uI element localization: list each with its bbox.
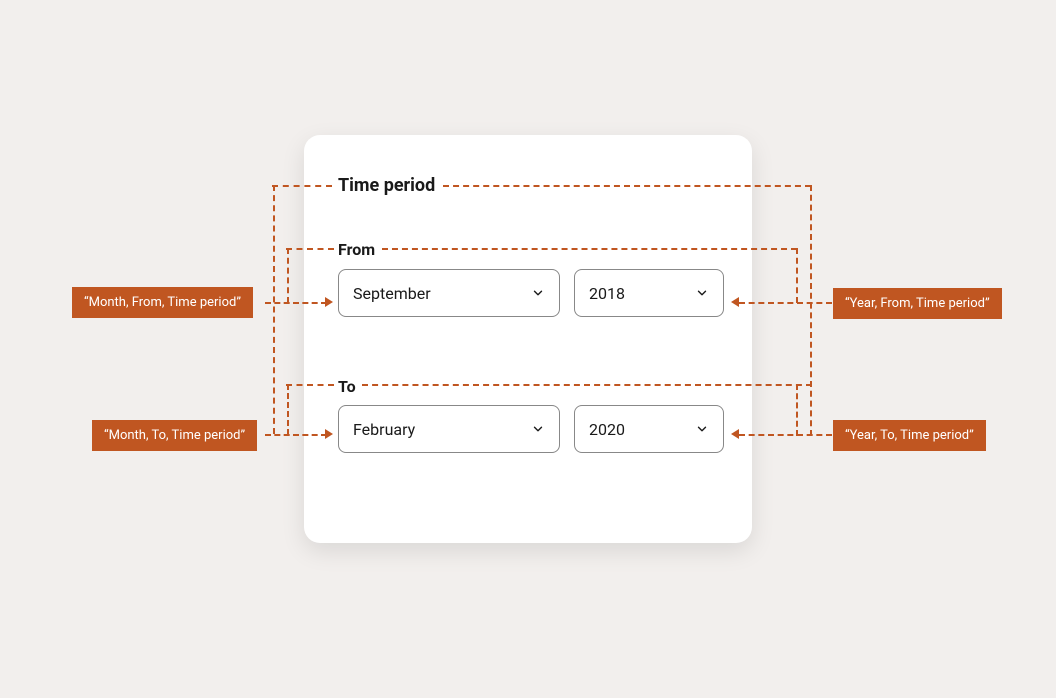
dash-line [443, 185, 811, 187]
dash-line [273, 185, 275, 434]
from-year-value: 2018 [589, 284, 695, 303]
arrow-left-icon [731, 297, 739, 307]
dash-line [286, 384, 334, 386]
to-month-value: February [353, 420, 531, 439]
dash-line [796, 248, 798, 303]
annotation-year-from: “Year, From, Time period” [833, 288, 1002, 319]
chevron-down-icon [695, 422, 709, 436]
from-label: From [338, 240, 375, 259]
dash-line [286, 248, 334, 250]
annotation-month-to: “Month, To, Time period” [92, 420, 257, 451]
arrow-left-icon [731, 429, 739, 439]
to-year-select[interactable]: 2020 [574, 405, 724, 453]
from-month-value: September [353, 284, 531, 303]
dash-line [739, 434, 832, 436]
dash-line [796, 384, 798, 436]
arrow-right-icon [325, 429, 333, 439]
chevron-down-icon [695, 286, 709, 300]
card-title: Time period [338, 175, 435, 196]
time-period-card: Time period From September 2018 To Febru… [304, 135, 752, 543]
dash-line [287, 384, 289, 435]
chevron-down-icon [531, 422, 545, 436]
dash-line [382, 248, 797, 250]
arrow-right-icon [325, 297, 333, 307]
from-year-select[interactable]: 2018 [574, 269, 724, 317]
dash-line [810, 185, 812, 436]
annotation-month-from: “Month, From, Time period” [72, 287, 253, 318]
dash-line [265, 434, 327, 436]
to-label: To [338, 377, 356, 396]
dash-line [287, 248, 289, 303]
to-year-value: 2020 [589, 420, 695, 439]
dash-line [362, 384, 812, 386]
from-month-select[interactable]: September [338, 269, 560, 317]
dash-line [272, 185, 332, 187]
to-month-select[interactable]: February [338, 405, 560, 453]
annotation-year-to: “Year, To, Time period” [833, 420, 986, 451]
chevron-down-icon [531, 286, 545, 300]
dash-line [739, 302, 832, 304]
